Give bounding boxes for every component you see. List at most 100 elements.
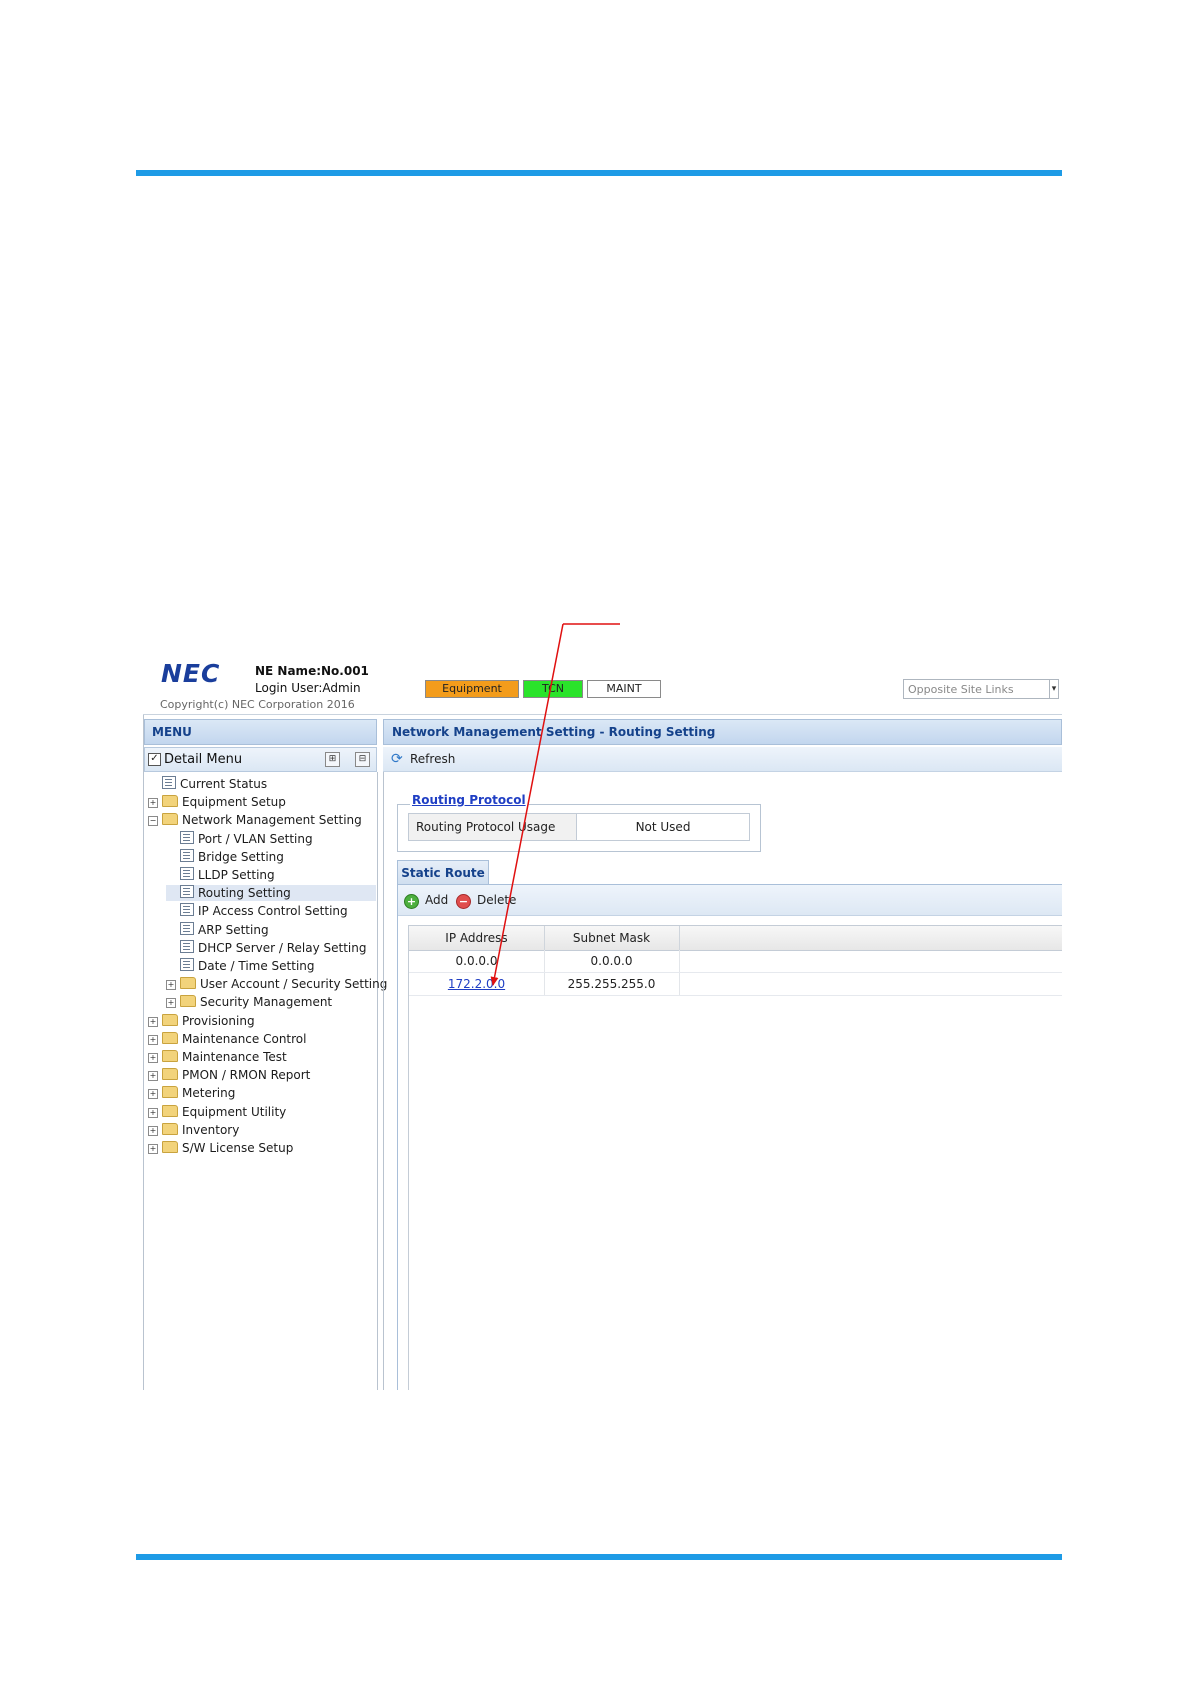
expand-icon[interactable]: + [148,1053,158,1063]
sidebar-item[interactable]: + S/W License Setup [148,1140,293,1156]
sidebar-item[interactable]: + Equipment Utility [148,1104,286,1120]
document-icon [180,885,194,899]
column-subnet-mask[interactable]: Subnet Mask [544,926,680,950]
column-ip-address[interactable]: IP Address [409,926,545,950]
sidebar-item[interactable]: + Metering [148,1085,235,1101]
expand-icon[interactable]: + [148,1144,158,1154]
sidebar-item[interactable]: + Equipment Setup [148,794,286,810]
table-row[interactable]: 0.0.0.0 0.0.0.0 [409,950,1062,973]
expand-icon[interactable]: + [166,998,176,1009]
table-row[interactable]: 172.2.0.0 255.255.255.0 [409,973,1062,996]
static-route-table: IP Address Subnet Mask 0.0.0.0 0.0.0.0 1… [408,925,1062,1390]
expand-icon[interactable]: + [148,1034,158,1045]
expand-icon[interactable]: + [148,1125,158,1136]
routing-protocol-link[interactable]: Routing Protocol [410,793,528,807]
sidebar-item[interactable]: + Security Management [166,994,332,1010]
sidebar-item-label: ARP Setting [198,922,269,937]
main-content: Routing Protocol Usage Not Used Routing … [383,772,1062,1390]
refresh-button[interactable]: Refresh [410,752,455,766]
folder-icon [162,1141,178,1153]
expand-icon[interactable]: + [166,980,176,991]
ip-address-link[interactable]: 172.2.0.0 [448,977,505,991]
status-equipment[interactable]: Equipment [425,680,519,698]
folder-icon [162,795,178,808]
cell-subnet-mask: 0.0.0.0 [544,950,680,972]
sidebar-item-label: User Account / Security Setting [200,977,388,992]
document-icon [180,921,194,935]
delete-icon: − [456,894,471,909]
collapse-all-icon[interactable]: ⊟ [355,752,370,767]
cell-ip-address: 172.2.0.0 [409,973,545,995]
cell-subnet-mask: 255.255.255.0 [544,973,680,995]
sidebar-item[interactable]: LLDP Setting [166,867,275,883]
delete-button[interactable]: − Delete [456,893,516,909]
sidebar-item-label: S/W License Setup [182,1141,294,1155]
sidebar-item-label: Provisioning [182,1013,255,1028]
routing-protocol-row: Routing Protocol Usage Not Used [408,813,750,841]
detail-menu-label: Detail Menu [164,752,243,767]
status-maint[interactable]: MAINT [587,680,661,698]
sidebar-item[interactable]: + Inventory [148,1122,239,1138]
static-route-panel: + Add − Delete IP Address Subnet Mask 0.0.… [397,885,1062,1390]
static-route-toolbar: + Add − Delete [398,885,1062,916]
sidebar-item[interactable]: ARP Setting [166,921,269,938]
routing-protocol-usage-label: Routing Protocol Usage [409,814,577,840]
sidebar-item[interactable]: DHCP Server / Relay Setting [166,939,366,956]
sidebar-item[interactable]: + User Account / Security Setting [166,976,387,992]
sidebar-item[interactable]: Routing Setting [166,885,376,902]
routing-protocol-usage-value: Not Used [635,820,691,834]
folder-icon [162,1031,178,1044]
copyright: Copyright(c) NEC Corporation 2016 [160,698,355,711]
login-user: Login User:Admin [255,681,361,695]
status-tcn[interactable]: TCN [523,680,583,698]
sidebar-item[interactable]: Current Status [148,776,267,792]
sidebar-item[interactable]: Port / VLAN Setting [166,830,313,847]
sidebar-item[interactable]: + Maintenance Test [148,1049,287,1065]
folder-icon [180,977,196,990]
refresh-toolbar: ⟳ Refresh [383,747,1062,772]
opposite-site-links-select[interactable]: Opposite Site Links ▾ [903,679,1059,699]
ne-name: NE Name:No.001 [255,664,369,678]
nec-logo: NEC [161,659,221,688]
expand-icon[interactable]: + [148,798,158,809]
sidebar-item-label: Metering [182,1086,236,1101]
expand-icon[interactable]: + [148,1071,158,1082]
sidebar-item[interactable]: + PMON / RMON Report [148,1067,310,1083]
folder-icon [162,813,178,826]
expand-icon[interactable]: + [148,1107,158,1118]
top-rule [136,170,1062,176]
expand-all-icon[interactable]: ⊞ [325,752,340,767]
sidebar-item-label: Equipment Utility [182,1104,287,1119]
folder-icon [180,995,196,1008]
page-title: Network Management Setting - Routing Set… [383,719,1062,745]
detail-menu-checkbox[interactable]: ✓ [148,753,161,766]
add-icon: + [404,894,419,909]
chevron-down-icon[interactable]: ▾ [1049,680,1058,698]
sidebar-item-label: Maintenance Control [182,1031,307,1046]
sidebar-item-label: LLDP Setting [198,868,275,882]
sidebar-item[interactable]: − Network Management Setting [148,812,362,828]
folder-icon [162,1122,178,1135]
sidebar-item[interactable]: + Provisioning [148,1013,255,1029]
folder-icon [162,1013,178,1026]
sidebar-item-label: Routing Setting [198,886,291,901]
document-icon [180,848,194,862]
cell-ip-address: 0.0.0.0 [409,950,545,972]
sidebar-item[interactable]: + Maintenance Control [148,1031,306,1047]
add-button[interactable]: + Add [404,893,448,909]
sidebar-item-label: Bridge Setting [198,849,284,864]
menu-header: MENU [144,719,377,745]
collapse-icon[interactable]: − [148,816,158,827]
tab-static-route[interactable]: Static Route [397,860,489,885]
expand-icon[interactable]: + [148,1016,158,1027]
document-icon [180,867,194,880]
sidebar-item-label: Equipment Setup [182,795,286,810]
sidebar-item-label: Port / VLAN Setting [198,831,313,846]
sidebar-item[interactable]: IP Access Control Setting [166,903,348,919]
refresh-icon[interactable]: ⟳ [391,751,403,767]
routing-protocol-fieldset: Routing Protocol Usage Not Used [397,804,761,852]
expand-icon[interactable]: + [148,1089,158,1100]
table-header: IP Address Subnet Mask [409,925,1062,951]
sidebar-item[interactable]: Date / Time Setting [166,958,315,974]
sidebar-item[interactable]: Bridge Setting [166,848,284,865]
